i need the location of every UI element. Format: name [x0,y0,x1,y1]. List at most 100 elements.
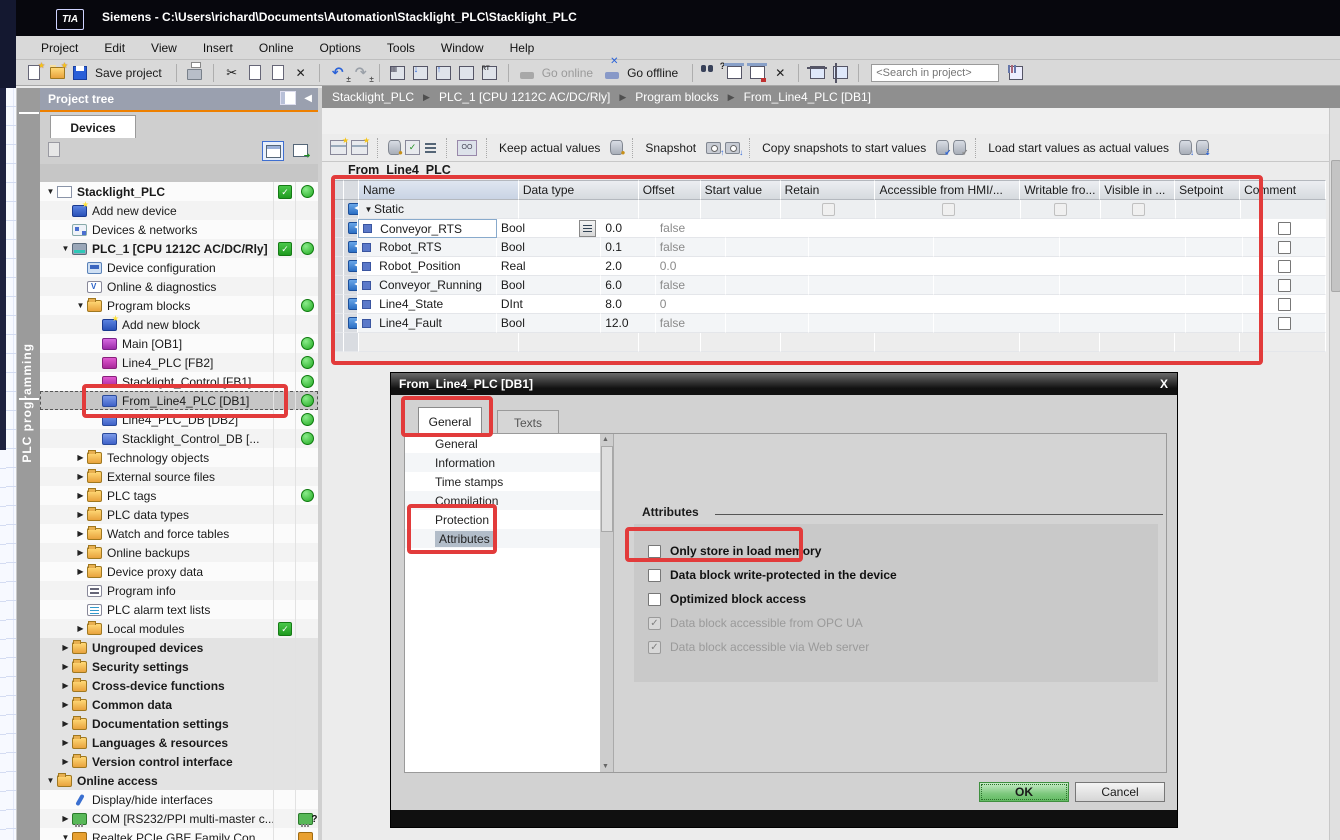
save-project-button[interactable] [70,63,90,83]
name-cell[interactable]: Line4_State [358,295,497,314]
scroll-up-icon[interactable]: ▲ [602,436,609,443]
compile-button[interactable] [388,63,408,83]
copy-button[interactable] [245,63,265,83]
name-cell[interactable]: Robot_Position [358,257,497,276]
menu-window[interactable]: Window [428,38,497,58]
tree-item-watch-and-force-tables[interactable]: ▶Watch and force tables [40,524,318,543]
column-header-accessible-from-hmi[interactable]: Accessible from HMI/... [875,180,1020,200]
diagram-view-button[interactable] [290,141,310,159]
offset-cell[interactable]: 12.0 [601,314,656,333]
checkbox[interactable] [1278,260,1291,273]
checkbox[interactable] [1278,222,1291,235]
scrollbar-thumb[interactable] [601,446,613,532]
expand-right-icon[interactable]: ▶ [60,757,71,766]
add-row-button[interactable] [351,140,368,155]
column-header-start-value[interactable]: Start value [701,180,781,200]
empty-cell[interactable] [1100,333,1175,352]
empty-cell[interactable] [1240,333,1326,352]
title-bar[interactable]: TIA Siemens - C:\Users\richard\Documents… [16,0,1340,36]
breadcrumb-item[interactable]: From_Line4_PLC [DB1] [744,90,871,104]
expand-right-icon[interactable]: ▶ [75,510,86,519]
checkbox[interactable] [1132,203,1145,216]
menu-project[interactable]: Project [28,38,91,58]
undo-button[interactable]: ↶ [328,63,348,83]
tree-item-cross-device-functions[interactable]: ▶Cross-device functions [40,676,318,695]
expand-down-icon[interactable]: ▼ [45,776,56,785]
column-header-name[interactable]: Name [359,180,519,200]
plc-programming-rail[interactable]: PLC programming [16,88,41,840]
checkbox-cell[interactable] [1243,257,1326,276]
expand-right-icon[interactable]: ▶ [75,491,86,500]
expand-right-icon[interactable]: ▶ [75,567,86,576]
expand-down-icon[interactable]: ▼ [60,833,71,840]
start-runtime-button[interactable] [480,63,500,83]
check-consistency-button[interactable]: ✓ [405,140,420,155]
empty-cell[interactable] [701,333,781,352]
accessible-devices-button[interactable] [701,63,721,83]
tree-item-languages-resources[interactable]: ▶Languages & resources [40,733,318,752]
empty-cell[interactable] [519,333,639,352]
data-type-cell[interactable]: Bool [497,238,601,257]
start-value-cell[interactable]: false [656,276,726,295]
dialog-nav-attributes[interactable]: Attributes [405,529,600,548]
reset-start-values-button[interactable] [388,140,401,155]
offset-cell[interactable]: 0.0 [601,219,656,238]
breadcrumb-item[interactable]: Stacklight_PLC [332,90,414,104]
save-project-label[interactable]: Save project [95,66,162,80]
data-type-cell[interactable]: DInt [497,295,601,314]
expand-right-icon[interactable]: ▶ [75,472,86,481]
copy-snapshot-all-icon[interactable] [953,140,966,155]
name-cell[interactable]: Line4_Fault [358,314,497,333]
checkbox[interactable] [1278,298,1291,311]
cut-button[interactable]: ✂ [222,63,242,83]
copy-snapshots-label[interactable]: Copy snapshots to start values [762,141,926,155]
checkbox-cell[interactable] [1243,238,1326,257]
group-name-cell[interactable]: ▼Static [359,200,519,219]
go-offline-button[interactable] [602,63,622,83]
tree-item-plc-1-cpu-1212c-ac-dc-rly[interactable]: ▼PLC_1 [CPU 1212C AC/DC/Rly]✓ [40,239,318,258]
checkbox-cell[interactable] [1243,314,1326,333]
tree-item-devices-networks[interactable]: Devices & networks [40,220,318,239]
expand-down-icon[interactable]: ▼ [75,301,86,310]
open-project-button[interactable] [47,63,67,83]
split-vertical-button[interactable] [830,63,850,83]
editor-vertical-scrollbar[interactable] [1329,108,1340,840]
tree-item-technology-objects[interactable]: ▶Technology objects [40,448,318,467]
checkbox[interactable] [1278,279,1291,292]
expand-right-icon[interactable]: ▶ [60,662,71,671]
monitor-values-button[interactable]: OO [457,140,477,156]
split-horizontal-button[interactable] [807,63,827,83]
tree-item-online-access[interactable]: ▼Online access [40,771,318,790]
data-type-cell[interactable]: Bool [497,314,601,333]
tree-item-online-backups[interactable]: ▶Online backups [40,543,318,562]
expand-right-icon[interactable]: ▶ [75,548,86,557]
column-header-setpoint[interactable]: Setpoint [1175,180,1240,200]
delete-button[interactable]: ✕ [291,63,311,83]
menu-help[interactable]: Help [497,38,548,58]
menu-online[interactable]: Online [246,38,307,58]
checkbox[interactable] [648,569,661,582]
checkbox[interactable] [1278,317,1291,330]
expand-right-icon[interactable]: ▶ [60,681,71,690]
upload-from-device-button[interactable] [434,63,454,83]
empty-cell[interactable] [1175,333,1240,352]
scroll-down-icon[interactable]: ▼ [602,763,609,770]
expand-right-icon[interactable]: ▶ [60,738,71,747]
show-window-alt-button[interactable] [747,63,767,83]
empty-cell[interactable] [875,333,1020,352]
tree-item-plc-alarm-text-lists[interactable]: PLC alarm text lists [40,600,318,619]
tree-item-plc-data-types[interactable]: ▶PLC data types [40,505,318,524]
snapshot-down-icon[interactable] [725,142,740,154]
expand-right-icon[interactable]: ▶ [75,453,86,462]
dialog-nav-scrollbar[interactable]: ▲ ▼ [600,434,614,772]
empty-cell[interactable] [359,333,519,352]
tree-item-stacklight-control-fb1[interactable]: Stacklight_Control [FB1] [40,372,318,391]
tree-item-program-blocks[interactable]: ▼Program blocks [40,296,318,315]
offset-cell[interactable]: 2.0 [601,257,656,276]
menu-tools[interactable]: Tools [374,38,428,58]
dialog-title-bar[interactable]: From_Line4_PLC [DB1] X [391,373,1177,395]
tree-item-external-source-files[interactable]: ▶External source files [40,467,318,486]
tree-item-main-ob1[interactable]: Main [OB1] [40,334,318,353]
print-button[interactable] [185,63,205,83]
empty-cell[interactable] [639,333,701,352]
